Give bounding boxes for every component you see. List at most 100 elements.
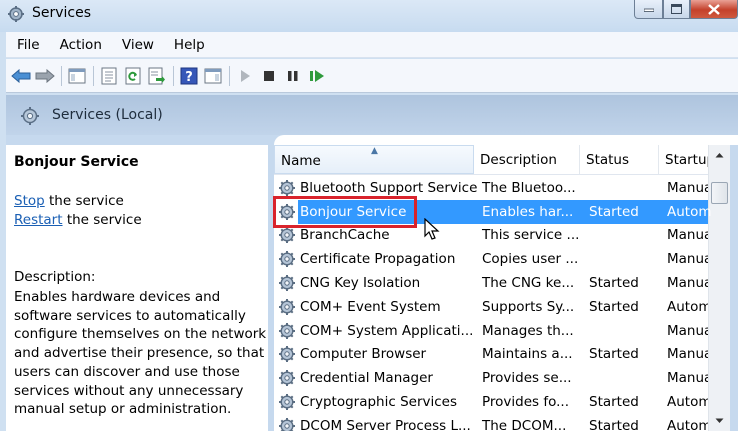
restart-action-text: the service [62, 212, 142, 228]
service-startup-cell: Manua [667, 370, 713, 387]
column-header-description[interactable]: Description [474, 145, 580, 174]
export-list-button[interactable] [146, 65, 168, 87]
service-name-cell: Bonjour Service [274, 203, 480, 221]
service-startup-cell: Manua [667, 275, 713, 292]
refresh-button[interactable] [122, 65, 144, 87]
service-description-cell: This service ... [482, 227, 580, 244]
minimize-icon [643, 8, 654, 12]
pause-icon [288, 70, 298, 81]
service-name: COM+ Event System [300, 298, 441, 315]
pause-service-button[interactable] [282, 65, 304, 87]
service-row[interactable]: Credential Manager Provides se... Manua [274, 366, 714, 390]
service-startup-cell: Autom [667, 417, 712, 431]
service-name-cell: COM+ Event System [274, 298, 480, 316]
maximize-button[interactable] [663, 0, 690, 19]
service-name: DCOM Server Process L... [300, 417, 471, 431]
close-icon [708, 3, 720, 15]
close-button[interactable] [690, 0, 738, 19]
menu-action[interactable]: Action [50, 37, 112, 53]
help-icon: ? [180, 67, 198, 85]
service-description-cell: The Bluetoo... [482, 179, 576, 196]
service-gear-icon [279, 370, 295, 387]
back-button[interactable] [10, 65, 32, 87]
refresh-icon [125, 67, 141, 84]
service-startup-cell: Manua [667, 251, 713, 268]
service-name: BranchCache [300, 227, 390, 244]
service-name-cell: COM+ System Applicati... [274, 322, 480, 340]
stop-service-link[interactable]: Stop [14, 193, 45, 209]
service-gear-icon [279, 227, 295, 244]
service-row[interactable]: COM+ System Applicati... Manages th... Man… [274, 319, 714, 343]
menu-file[interactable]: File [6, 37, 50, 53]
service-row[interactable]: Bonjour Service Enables har... Started Auto… [274, 199, 714, 224]
column-header-name[interactable]: ▲ Name [274, 145, 474, 174]
service-startup-cell: Autom [667, 394, 712, 411]
service-row[interactable]: Cryptographic Services Provides fo... Star… [274, 390, 714, 414]
column-header-description-label: Description [480, 152, 557, 168]
forward-button[interactable] [34, 65, 56, 87]
service-name: Computer Browser [300, 346, 427, 363]
service-row[interactable]: Certificate Propagation Copies user ... Ma… [274, 247, 714, 271]
content-area: Bonjour Service Stop the service Restart… [6, 135, 738, 431]
description-label: Description: [14, 269, 96, 285]
stop-action-text: the service [44, 193, 124, 209]
service-gear-icon [279, 394, 295, 411]
service-name: Credential Manager [300, 370, 433, 387]
menu-bar: File Action View Help [6, 32, 738, 58]
toolbar-separator [229, 65, 230, 86]
service-row[interactable]: DCOM Server Process L... The DCOM... Start… [274, 414, 714, 431]
toolbar-separator [93, 65, 94, 86]
service-status-cell: Started [589, 298, 639, 315]
scroll-down-button[interactable] [709, 411, 730, 431]
svg-text:?: ? [185, 70, 193, 85]
window-title: Services [32, 5, 92, 21]
service-name: Bluetooth Support Service [300, 179, 478, 196]
service-rows: Bluetooth Support Service The Bluetoo... M… [274, 176, 714, 431]
service-description-cell: Enables har... [482, 203, 574, 220]
service-status-cell: Started [589, 203, 639, 220]
service-description-cell: Provides se... [482, 370, 572, 387]
toolbar: ? [6, 59, 738, 93]
forward-arrow-icon [35, 68, 55, 83]
menu-view[interactable]: View [112, 37, 164, 53]
scroll-up-arrow-icon [715, 153, 724, 158]
service-name-cell: Computer Browser [274, 345, 480, 363]
show-hide-action-pane-button[interactable] [202, 65, 224, 87]
service-startup-cell: Manua [667, 346, 713, 363]
window-right-edge [730, 145, 738, 431]
show-hide-console-tree-button[interactable] [66, 65, 88, 87]
service-description-cell: The DCOM... [482, 417, 567, 431]
column-header-row: ▲ Name Description Status Startup [274, 145, 714, 175]
properties-button[interactable] [98, 65, 120, 87]
service-row[interactable]: COM+ Event System Supports Sy... Started Au… [274, 295, 714, 319]
toolbar-separator [61, 65, 62, 86]
menu-help[interactable]: Help [164, 37, 215, 53]
service-status-cell: Started [589, 346, 639, 363]
services-local-title: Services (Local) [52, 107, 163, 123]
service-name: COM+ System Applicati... [300, 322, 474, 339]
restart-service-link[interactable]: Restart [14, 212, 63, 228]
export-list-icon [148, 67, 165, 84]
service-name-cell: BranchCache [274, 226, 480, 244]
service-row[interactable]: CNG Key Isolation The CNG ke... Started Man… [274, 271, 714, 295]
column-header-status[interactable]: Status [580, 145, 659, 174]
service-startup-cell: Manua [667, 179, 713, 196]
services-gear-icon [8, 6, 24, 22]
start-service-button[interactable] [234, 65, 256, 87]
service-name-cell: Cryptographic Services [274, 393, 480, 411]
help-button[interactable]: ? [178, 65, 200, 87]
service-status-cell: Started [589, 394, 639, 411]
column-header-startup[interactable]: Startup [659, 145, 714, 174]
scroll-thumb[interactable] [711, 182, 728, 204]
vertical-scrollbar[interactable] [708, 145, 730, 431]
selected-service-title: Bonjour Service [14, 154, 139, 170]
stop-service-button[interactable] [258, 65, 280, 87]
service-name-cell: DCOM Server Process L... [274, 417, 480, 431]
minimize-button[interactable] [634, 0, 663, 19]
restart-service-button[interactable] [306, 65, 328, 87]
stop-icon [264, 70, 274, 81]
service-row[interactable]: Computer Browser Maintains a... Started Man… [274, 343, 714, 367]
stop-action: Stop the service [14, 193, 124, 209]
service-gear-icon [279, 417, 295, 431]
scroll-up-button[interactable] [709, 145, 730, 165]
